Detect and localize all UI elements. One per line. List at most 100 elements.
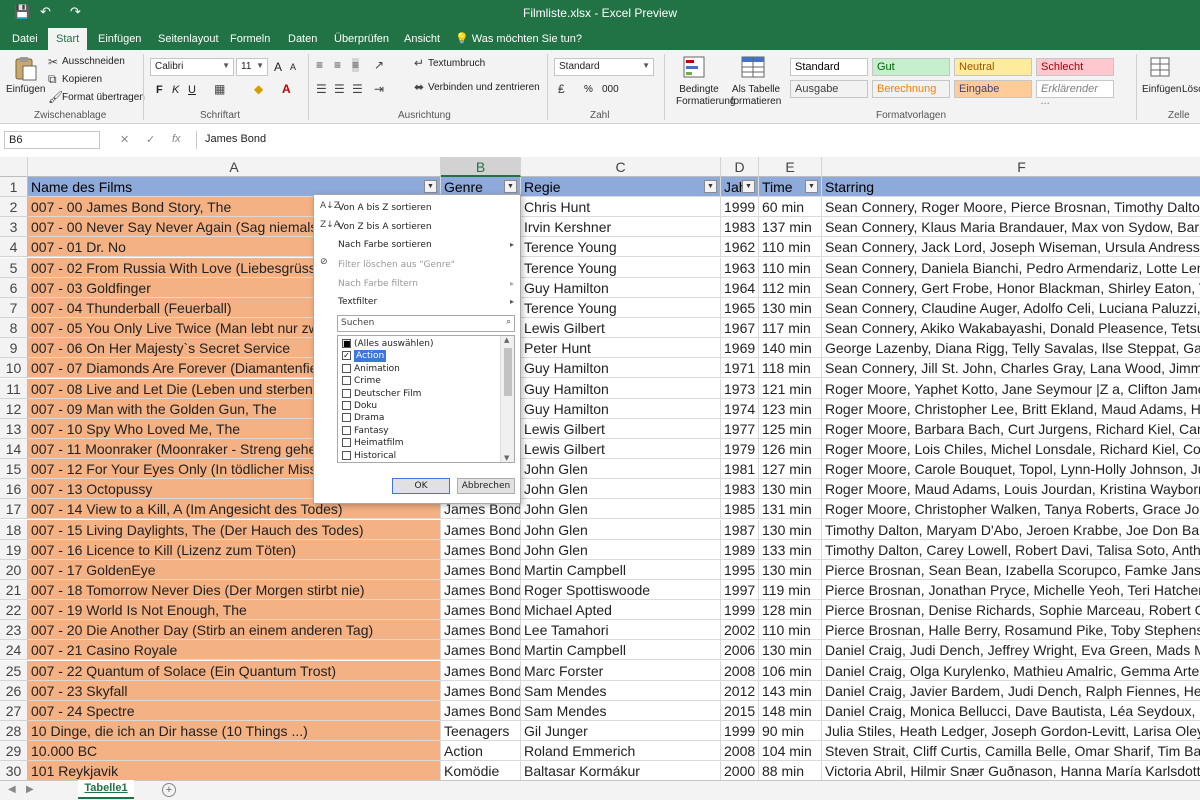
align-middle-icon[interactable]: ≡: [334, 58, 341, 72]
table-cell[interactable]: 90 min: [759, 721, 822, 742]
tab-seitenlayout[interactable]: Seitenlayout: [150, 30, 227, 48]
row-header[interactable]: 9: [0, 338, 28, 359]
align-center-icon[interactable]: ☰: [334, 82, 345, 96]
row-header[interactable]: 19: [0, 539, 28, 560]
table-cell[interactable]: 1985: [721, 499, 759, 520]
paste-button[interactable]: Einfügen: [6, 84, 45, 95]
clear-filter-item[interactable]: Filter löschen aus "Genre": [338, 260, 455, 270]
table-cell[interactable]: Pierce Brosnan, Denise Richards, Sophie …: [822, 600, 1200, 621]
table-cell[interactable]: Roger Moore, Maud Adams, Louis Jourdan, …: [822, 479, 1200, 500]
borders-icon[interactable]: ▦: [214, 82, 225, 96]
table-cell[interactable]: 118 min: [759, 358, 822, 379]
checkbox[interactable]: [342, 363, 351, 373]
row-header[interactable]: 14: [0, 438, 28, 459]
table-cell[interactable]: 119 min: [759, 580, 822, 600]
percent-button[interactable]: %: [584, 84, 593, 95]
table-cell[interactable]: 1974: [721, 398, 759, 419]
align-top-icon[interactable]: ≡: [316, 58, 323, 72]
filter-dropdown-icon[interactable]: ▼: [704, 180, 717, 193]
table-cell[interactable]: 126 min: [759, 438, 822, 459]
tab-einfuegen[interactable]: Einfügen: [90, 30, 149, 48]
table-cell[interactable]: Sam Mendes: [521, 680, 721, 701]
table-cell[interactable]: James Bond: [441, 640, 521, 661]
table-cell[interactable]: James Bond: [441, 700, 521, 721]
table-cell[interactable]: Michael Apted: [521, 600, 721, 621]
table-cell[interactable]: Chris Hunt: [521, 197, 721, 218]
table-cell[interactable]: 88 min: [759, 761, 822, 780]
table-header-cell[interactable]: Time ▼: [759, 177, 822, 197]
table-cell[interactable]: 007 - 15 Living Daylights, The (Der Hauc…: [28, 519, 441, 540]
table-cell[interactable]: James Bond: [441, 539, 521, 560]
wrap-text-icon[interactable]: ↵: [414, 56, 424, 70]
scroll-thumb[interactable]: [504, 348, 512, 396]
cell-style-4[interactable]: Ausgabe: [790, 80, 868, 98]
cell-style-6[interactable]: Eingabe: [954, 80, 1032, 98]
filter-option[interactable]: Fantasy: [354, 425, 389, 437]
filter-option[interactable]: Heimatfilm: [354, 437, 404, 449]
table-cell[interactable]: Daniel Craig, Monica Bellucci, Dave Baut…: [822, 701, 1200, 721]
table-cell[interactable]: Gil Junger: [521, 721, 721, 742]
table-cell[interactable]: Sean Connery, Daniela Bianchi, Pedro Arm…: [822, 258, 1200, 278]
table-cell[interactable]: 104 min: [759, 741, 822, 762]
table-cell[interactable]: Roger Moore, Carole Bouquet, Topol, Lynn…: [822, 459, 1200, 480]
table-cell[interactable]: James Bond: [441, 580, 521, 600]
table-cell[interactable]: Victoria Abril, Hilmir Snær Guðnason, Ha…: [822, 761, 1200, 780]
filter-dropdown-icon[interactable]: ▼: [805, 180, 818, 193]
table-cell[interactable]: Terence Young: [521, 237, 721, 258]
table-cell[interactable]: 1999: [721, 197, 759, 218]
table-cell[interactable]: 2008: [721, 660, 759, 681]
tab-daten[interactable]: Daten: [280, 30, 325, 48]
table-cell[interactable]: Lewis Gilbert: [521, 318, 721, 339]
table-cell[interactable]: 10.000 BC: [28, 741, 441, 762]
table-cell[interactable]: Roger Moore, Barbara Bach, Curt Jurgens,…: [822, 419, 1200, 439]
table-cell[interactable]: Timothy Dalton, Maryam D'Abo, Jeroen Kra…: [822, 520, 1200, 540]
table-cell[interactable]: 110 min: [759, 237, 822, 258]
table-cell[interactable]: 125 min: [759, 418, 822, 439]
table-cell[interactable]: Steven Strait, Cliff Curtis, Camilla Bel…: [822, 741, 1200, 762]
checkbox[interactable]: ■: [342, 339, 351, 348]
table-cell[interactable]: Pierce Brosnan, Sean Bean, Izabella Scor…: [822, 560, 1200, 580]
thousands-button[interactable]: 000: [602, 84, 619, 95]
table-cell[interactable]: Terence Young: [521, 297, 721, 318]
cell-style-3[interactable]: Schlecht: [1036, 58, 1114, 76]
filter-search-input[interactable]: Suchen ⌕: [337, 315, 515, 332]
sheet-tab-tabelle1[interactable]: Tabelle1: [78, 780, 134, 799]
table-cell[interactable]: 1999: [721, 600, 759, 621]
format-painter-button[interactable]: Format übertragen: [62, 92, 145, 103]
table-cell[interactable]: 1987: [721, 519, 759, 540]
table-cell[interactable]: 2002: [721, 620, 759, 641]
row-header[interactable]: 15: [0, 459, 28, 480]
table-cell[interactable]: Roger Spottiswoode: [521, 580, 721, 600]
paste-icon[interactable]: [12, 56, 38, 82]
tab-ueberpruefen[interactable]: Überprüfen: [326, 30, 397, 48]
table-cell[interactable]: 101 Reykjavik: [28, 761, 441, 780]
indent-icon[interactable]: ⇥: [374, 82, 384, 96]
table-cell[interactable]: 2008: [721, 741, 759, 762]
select-all-corner[interactable]: [0, 157, 28, 177]
row-header[interactable]: 3: [0, 217, 28, 238]
cancel-button[interactable]: Abbrechen: [457, 478, 515, 494]
column-header-e[interactable]: E: [759, 157, 822, 177]
filter-option[interactable]: Action: [354, 350, 387, 363]
row-header[interactable]: 23: [0, 620, 28, 641]
checkbox[interactable]: ✓: [342, 351, 351, 361]
table-cell[interactable]: Terence Young: [521, 257, 721, 278]
table-cell[interactable]: Lewis Gilbert: [521, 438, 721, 459]
table-cell[interactable]: 1995: [721, 559, 759, 580]
sort-by-color-item[interactable]: Nach Farbe sortieren: [338, 240, 432, 250]
table-cell[interactable]: 007 - 21 Casino Royale: [28, 640, 441, 661]
table-cell[interactable]: 117 min: [759, 318, 822, 339]
row-header[interactable]: 5: [0, 257, 28, 278]
filter-dropdown-icon[interactable]: ▼: [504, 180, 517, 193]
table-cell[interactable]: 2000: [721, 761, 759, 780]
table-cell[interactable]: Irvin Kershner: [521, 217, 721, 238]
filter-option[interactable]: Historical: [354, 450, 396, 462]
table-cell[interactable]: 130 min: [759, 640, 822, 661]
copy-icon[interactable]: ⧉: [48, 72, 57, 87]
table-cell[interactable]: 1983: [721, 217, 759, 238]
row-header[interactable]: 26: [0, 680, 28, 701]
row-header[interactable]: 2: [0, 197, 28, 218]
table-cell[interactable]: Julia Stiles, Heath Ledger, Joseph Gordo…: [822, 721, 1200, 742]
row-header[interactable]: 27: [0, 700, 28, 721]
table-cell[interactable]: 131 min: [759, 499, 822, 520]
